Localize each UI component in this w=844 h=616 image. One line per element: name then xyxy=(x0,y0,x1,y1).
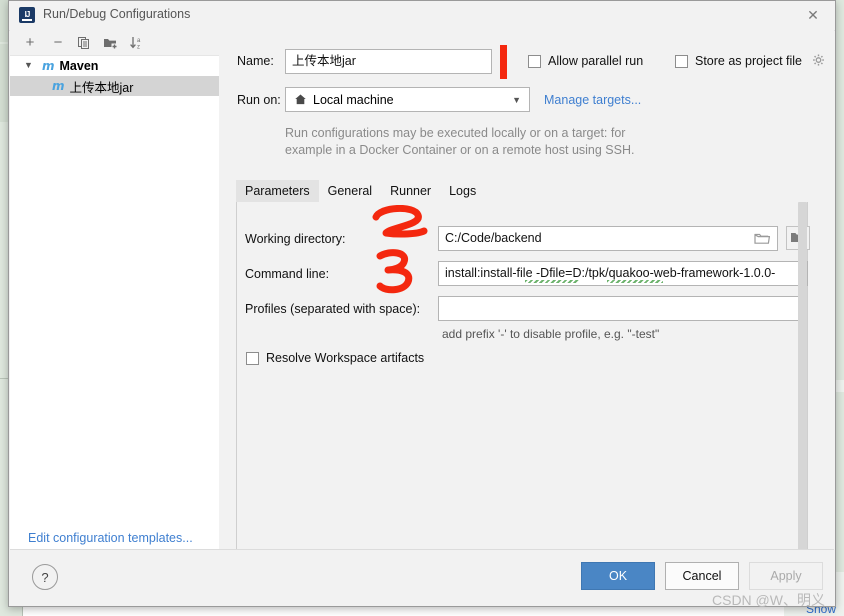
profiles-label: Profiles (separated with space): xyxy=(245,302,420,316)
target-description-line2: example in a Docker Container or on a re… xyxy=(285,142,705,159)
spellcheck-underline xyxy=(525,280,579,283)
csdn-watermark: CSDN @W、明义 xyxy=(712,590,825,610)
configuration-editor-pane: Name: 上传本地jar Allow parallel run Store a… xyxy=(219,30,834,550)
tab-logs[interactable]: Logs xyxy=(440,180,485,203)
chevron-down-icon[interactable]: ▼ xyxy=(24,60,34,72)
dialog-footer: ? OK Cancel Apply xyxy=(10,549,834,605)
manage-targets-link[interactable]: Manage targets... xyxy=(544,93,641,107)
run-debug-configurations-dialog: IJ Run/Debug Configurations ✕ + − xyxy=(8,0,836,607)
apply-button: Apply xyxy=(749,562,823,590)
cancel-button[interactable]: Cancel xyxy=(665,562,739,590)
copy-configuration-button[interactable] xyxy=(74,33,94,52)
spellcheck-underline xyxy=(607,280,663,283)
sidebar-item-upload-local-jar[interactable]: m 上传本地jar xyxy=(10,76,219,96)
close-icon[interactable]: ✕ xyxy=(791,1,835,29)
store-as-project-file-checkbox[interactable] xyxy=(675,55,688,68)
edit-configuration-templates-link[interactable]: Edit configuration templates... xyxy=(28,531,193,545)
gear-icon[interactable] xyxy=(811,53,826,71)
working-directory-input[interactable]: C:/Code/backend xyxy=(438,226,778,251)
tab-parameters[interactable]: Parameters xyxy=(236,180,319,203)
annotation-1-bar xyxy=(500,45,507,79)
run-on-value: Local machine xyxy=(313,93,394,107)
name-label: Name: xyxy=(237,54,274,68)
sidebar-item-label: 上传本地jar xyxy=(70,77,134,96)
allow-parallel-run-label: Allow parallel run xyxy=(548,54,643,68)
maven-icon: m xyxy=(52,79,65,93)
parameters-scrollbar-thumb[interactable] xyxy=(798,202,807,550)
svg-text:z: z xyxy=(137,44,140,50)
resolve-workspace-artifacts-label: Resolve Workspace artifacts xyxy=(266,351,424,365)
intellij-idea-icon: IJ xyxy=(19,7,35,23)
resolve-workspace-artifacts-checkbox[interactable] xyxy=(246,352,259,365)
configurations-sidebar: ▼ m Maven m 上传本地jar Edit configuration t… xyxy=(10,55,220,553)
store-as-project-file-label: Store as project file xyxy=(695,54,802,68)
add-configuration-button[interactable]: + xyxy=(20,33,40,52)
maven-icon: m xyxy=(42,59,55,73)
parameters-panel: Working directory: C:/Code/backend Comma… xyxy=(236,202,808,550)
tab-runner[interactable]: Runner xyxy=(381,180,440,203)
ok-button[interactable]: OK xyxy=(581,562,655,590)
remove-configuration-button[interactable]: − xyxy=(48,33,68,52)
command-line-label: Command line: xyxy=(245,267,329,281)
allow-parallel-run-checkbox[interactable] xyxy=(528,55,541,68)
name-input[interactable]: 上传本地jar xyxy=(285,49,492,74)
home-icon xyxy=(294,93,307,106)
working-directory-label: Working directory: xyxy=(245,232,346,246)
chevron-down-icon[interactable]: ▼ xyxy=(512,95,521,105)
profiles-hint: add prefix '-' to disable profile, e.g. … xyxy=(442,327,659,341)
run-on-select[interactable]: Local machine ▼ xyxy=(285,87,530,112)
target-description-line1: Run configurations may be executed local… xyxy=(285,125,705,142)
dialog-titlebar: IJ Run/Debug Configurations ✕ xyxy=(9,1,835,31)
folder-icon[interactable] xyxy=(753,231,771,246)
add-folder-button[interactable] xyxy=(100,33,120,52)
sidebar-group-maven[interactable]: ▼ m Maven xyxy=(10,56,219,76)
parameters-scrollbar-track[interactable] xyxy=(798,202,807,550)
target-description: Run configurations may be executed local… xyxy=(285,125,705,159)
svg-text:a: a xyxy=(137,38,141,44)
profiles-input[interactable] xyxy=(438,296,803,321)
tab-general[interactable]: General xyxy=(319,180,381,203)
sidebar-group-label: Maven xyxy=(60,59,99,73)
run-on-label: Run on: xyxy=(237,93,281,107)
sort-configurations-button[interactable]: a z xyxy=(126,33,146,52)
editor-tabs: Parameters General Runner Logs xyxy=(236,180,485,203)
configurations-toolbar: + − a z xyxy=(10,30,219,55)
help-icon[interactable]: ? xyxy=(32,564,58,590)
dialog-title: Run/Debug Configurations xyxy=(43,7,190,21)
